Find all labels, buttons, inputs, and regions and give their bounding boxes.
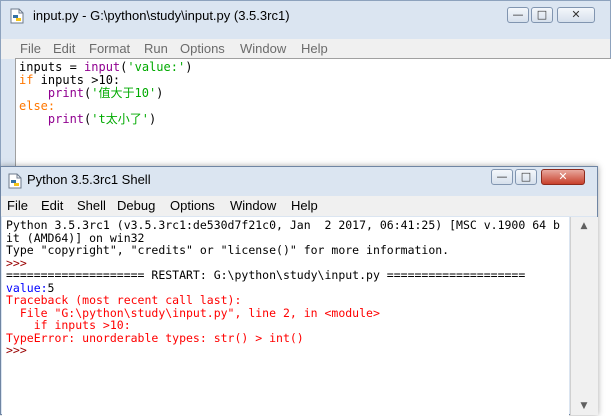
shell-title-bar[interactable]: Python 3.5.3rc1 Shell — □ ✕	[1, 167, 597, 197]
shell-traceback-line: Traceback (most recent call last):	[6, 293, 242, 307]
shell-restart-line: ==================== RESTART: G:\python\…	[6, 268, 526, 282]
code-builtin: print	[47, 112, 85, 126]
shell-scrollbar[interactable]: ▲ ▼	[570, 217, 598, 415]
code-editor[interactable]: inputs = input('value:') if inputs >10: …	[15, 58, 611, 172]
code-text: )	[148, 112, 157, 126]
code-builtin: input	[84, 60, 121, 74]
shell-prompt: >>>	[6, 343, 34, 357]
shell-minimize-button[interactable]: —	[491, 169, 513, 185]
code-string: 't太小了'	[91, 112, 149, 126]
shell-menu-window[interactable]: Window	[230, 198, 276, 213]
editor-maximize-button[interactable]: □	[531, 7, 553, 23]
editor-menu-help[interactable]: Help	[301, 41, 328, 56]
shell-menu-bar: File Edit Shell Debug Options Window Hel…	[1, 196, 597, 216]
editor-menu-window[interactable]: Window	[240, 41, 286, 56]
shell-menu-help[interactable]: Help	[291, 198, 318, 213]
code-text: inputs =	[19, 60, 85, 74]
editor-menu-file[interactable]: File	[20, 41, 41, 56]
editor-menu-options[interactable]: Options	[180, 41, 225, 56]
editor-menu-edit[interactable]: Edit	[53, 41, 75, 56]
editor-minimize-button[interactable]: —	[507, 7, 529, 23]
code-text: )	[156, 86, 164, 100]
scroll-down-arrow-icon[interactable]: ▼	[576, 399, 592, 413]
shell-menu-debug[interactable]: Debug	[117, 198, 155, 213]
code-line-5: print('t太小了')	[19, 113, 156, 126]
code-builtin: print	[47, 86, 85, 100]
shell-close-button[interactable]: ✕	[541, 169, 585, 185]
code-keyword: else:	[19, 99, 56, 113]
shell-error-line: TypeError: unorderable types: str() > in…	[6, 330, 304, 345]
editor-close-button[interactable]: ✕	[557, 7, 595, 23]
editor-menu-bar: File Edit Format Run Options Window Help	[1, 39, 610, 59]
python-shell-icon	[7, 173, 23, 189]
editor-menu-format[interactable]: Format	[89, 41, 130, 56]
shell-banner-line: Type "copyright", "credits" or "license(…	[6, 243, 450, 257]
shell-traceback-line: if inputs >10:	[6, 318, 131, 332]
shell-menu-file[interactable]: File	[7, 198, 28, 213]
scroll-up-arrow-icon[interactable]: ▲	[576, 219, 592, 233]
shell-menu-edit[interactable]: Edit	[41, 198, 63, 213]
code-keyword: if	[19, 73, 34, 87]
code-text: inputs >10:	[33, 73, 121, 87]
shell-output[interactable]: Python 3.5.3rc1 (v3.5.3rc1:de530d7f21c0,…	[2, 217, 569, 416]
editor-window: input.py - G:\python\study\input.py (3.5…	[0, 0, 611, 172]
shell-maximize-button[interactable]: □	[515, 169, 537, 185]
shell-window-title: Python 3.5.3rc1 Shell	[27, 172, 151, 187]
shell-menu-options[interactable]: Options	[170, 198, 215, 213]
code-string: '值大于10'	[91, 86, 157, 100]
shell-window: Python 3.5.3rc1 Shell — □ ✕ File Edit Sh…	[0, 166, 598, 416]
editor-title-bar[interactable]: input.py - G:\python\study\input.py (3.5…	[1, 1, 610, 31]
editor-window-title: input.py - G:\python\study\input.py (3.5…	[33, 8, 290, 23]
python-file-icon	[9, 8, 25, 24]
code-string: 'value:'	[127, 60, 186, 74]
shell-menu-shell[interactable]: Shell	[77, 198, 106, 213]
shell-banner-line: Python 3.5.3rc1 (v3.5.3rc1:de530d7f21c0,…	[6, 218, 560, 232]
editor-menu-run[interactable]: Run	[144, 41, 168, 56]
code-text: )	[185, 60, 193, 74]
